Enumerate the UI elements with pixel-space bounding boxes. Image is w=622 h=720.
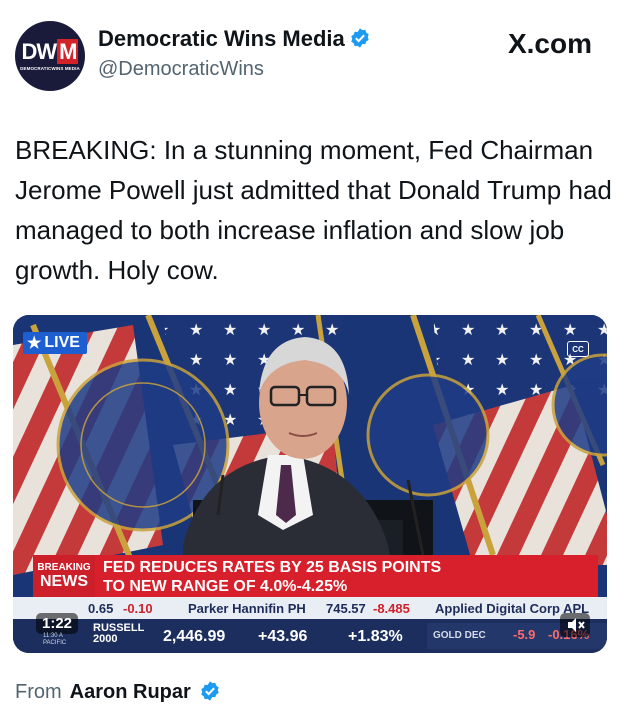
stock-ticker-top: 0.65 -0.10 Parker Hannifin PH 745.57 -8.… [13, 597, 607, 619]
avatar[interactable]: DW M DEMOCRATICWINS MEDIA [15, 21, 85, 91]
verified-badge-icon [201, 681, 219, 701]
user-handle[interactable]: @DemocraticWins [98, 58, 264, 81]
source-attribution[interactable]: From Aaron Rupar [15, 680, 221, 704]
video-player[interactable]: ★ LIVE CC BREAKING NEWS FED REDUCES RATE… [13, 315, 607, 653]
breaking-news-label: BREAKING NEWS [33, 555, 95, 597]
mute-button[interactable] [560, 613, 590, 637]
stock-ticker-bottom: RUSSELL 2000 2,446.99 +43.96 +1.83% GOLD … [13, 619, 607, 653]
live-star-icon: ★ [27, 335, 42, 352]
verified-badge-icon [351, 28, 369, 48]
avatar-logo: DW M [21, 39, 79, 64]
breaking-headline: FED REDUCES RATES BY 25 BASIS POINTS TO … [95, 555, 598, 597]
avatar-subtext: DEMOCRATICWINS MEDIA [20, 66, 80, 71]
display-name[interactable]: Democratic Wins Media [98, 26, 371, 52]
tweet-text: BREAKING: In a stunning moment, Fed Chai… [15, 135, 612, 285]
closed-captions-icon[interactable]: CC [567, 341, 589, 357]
live-badge: ★ LIVE [23, 332, 87, 354]
site-label: X.com [507, 28, 592, 59]
broadcast-time: 11:30 A PACIFIC [43, 633, 67, 646]
mute-icon [568, 618, 585, 632]
video-time: 1:22 [36, 613, 79, 634]
